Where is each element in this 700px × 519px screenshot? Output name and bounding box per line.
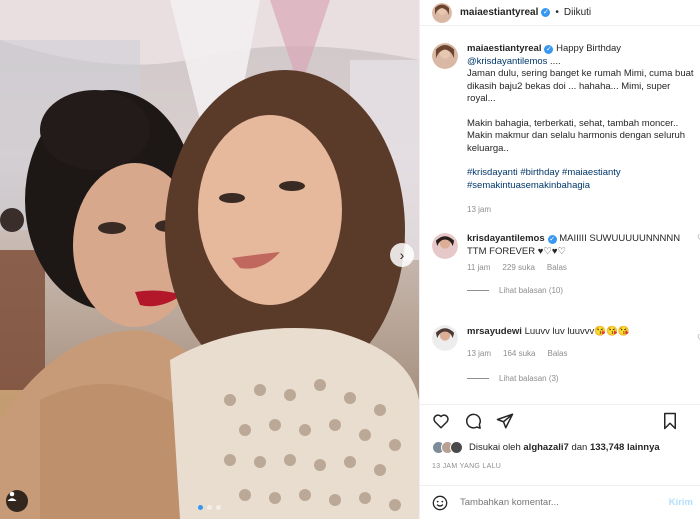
emoji-icon[interactable] (432, 495, 448, 511)
comment-avatar[interactable] (432, 233, 458, 259)
comment-time: 13 jam (467, 349, 492, 358)
view-replies-button[interactable]: Lihat balasan (10) (467, 286, 563, 295)
comment-item: mrsayudewi Luuvv luv luuvvv😘😘😘 ♡ 13 jam … (432, 318, 700, 398)
comment-username[interactable]: krisdayantilemos (467, 233, 545, 244)
comment-meta: 13 jam 164 suka Balas (467, 349, 568, 358)
caption-paragraph-1: Jaman dulu, sering banget ke rumah Mimi,… (467, 68, 694, 104)
caption-block: maiaestiantyreal ✓ Happy Birthday @krisda… (432, 40, 698, 230)
caption-avatar[interactable] (432, 43, 458, 69)
caption-line1-tail: .... (550, 55, 561, 67)
user-tag-icon (7, 491, 17, 501)
author-avatar[interactable] (432, 2, 452, 23)
view-replies-label: Lihat balasan (10) (499, 286, 564, 295)
post-actions-bar (420, 404, 700, 436)
view-replies-label: Lihat balasan (3) (499, 374, 559, 383)
comment-reply-button[interactable]: Balas (547, 349, 567, 358)
follow-status-button[interactable]: Diikuti (564, 7, 591, 18)
comment-item: krisdayantilemos ✓ MAIIIII SUWUUUUUNNNNN … (432, 230, 700, 310)
save-button[interactable] (659, 410, 681, 432)
heart-icon (433, 413, 449, 428)
comment-text: mrsayudewi Luuvv luv luuvvv😘😘😘 (467, 326, 692, 339)
user-tag-button[interactable] (6, 490, 28, 512)
comment-avatar[interactable] (432, 325, 458, 351)
caption-username[interactable]: maiaestiantyreal (467, 43, 541, 54)
likes-connector: dan (571, 442, 588, 453)
comment-time: 11 jam (467, 263, 491, 272)
verified-badge-icon: ✓ (547, 235, 557, 244)
replies-divider (467, 290, 489, 291)
comments-scroll-area[interactable]: maiaestiantyreal ✓ Happy Birthday @krisda… (420, 40, 700, 404)
likes-count[interactable]: 133,748 (590, 442, 624, 453)
carousel-indicator (198, 505, 221, 510)
next-photo-button[interactable]: › (390, 243, 414, 267)
caption-mention[interactable]: @krisdayantilemos (467, 56, 547, 67)
caption-text: maiaestiantyreal ✓ Happy Birthday @krisda… (467, 43, 697, 217)
like-button[interactable] (430, 410, 452, 432)
caption-hashtags[interactable]: #krisdayanti #birthday #maiaestianty #se… (467, 167, 697, 192)
replies-divider (467, 378, 489, 379)
view-replies-button[interactable]: Lihat balasan (3) (467, 374, 559, 383)
post-side-panel: maiaestiantyreal ✓ • Diikuti maiaestiant… (419, 0, 700, 519)
comment-likes[interactable]: 229 suka (502, 263, 534, 272)
author-username[interactable]: maiaestiantyreal (460, 7, 538, 18)
carousel-dot (216, 505, 221, 510)
likes-suffix[interactable]: lainnya (627, 442, 660, 453)
comment-username[interactable]: mrsayudewi (467, 326, 522, 337)
likes-summary: Disukai oleh alghazali7 dan 133,748 lain… (432, 441, 660, 454)
post-photo[interactable]: › (0, 0, 419, 519)
bookmark-icon (664, 412, 676, 430)
post-comment-button[interactable]: Kirim (669, 497, 693, 508)
liker-avatar (450, 441, 463, 454)
comment-button[interactable] (462, 410, 484, 432)
comment-reply-button[interactable]: Balas (547, 263, 567, 272)
likes-user[interactable]: alghazali7 (523, 442, 568, 453)
liker-avatars (432, 441, 463, 454)
caption-time: 13 jam (467, 205, 492, 214)
comment-icon (466, 413, 481, 429)
share-icon (496, 413, 514, 428)
add-comment-bar: Kirim (420, 485, 700, 519)
carousel-dot-active (198, 505, 203, 510)
likes-prefix: Disukai oleh (469, 442, 521, 453)
comment-body: Luuvv luv luuvvv😘😘😘 (524, 326, 630, 337)
carousel-dot (207, 505, 212, 510)
comment-text: krisdayantilemos ✓ MAIIIII SUWUUUUUNNNNN … (467, 233, 692, 258)
post-header: maiaestiantyreal ✓ • Diikuti (420, 0, 700, 26)
caption-paragraph-2: Makin bahagia, terberkati, sehat, tambah… (467, 117, 686, 154)
comment-input[interactable] (460, 497, 640, 508)
verified-badge-icon: ✓ (544, 45, 554, 54)
chevron-right-icon: › (399, 247, 405, 263)
caption-line1: Happy Birthday (556, 43, 622, 54)
verified-badge-icon: ✓ (541, 8, 551, 17)
comment-likes[interactable]: 164 suka (503, 349, 535, 358)
header-separator: • (555, 7, 559, 18)
photo-illustration (0, 0, 419, 519)
share-button[interactable] (494, 410, 516, 432)
post-timestamp: 13 JAM YANG LALU (432, 463, 502, 470)
comment-meta: 11 jam 229 suka Balas (467, 263, 567, 272)
